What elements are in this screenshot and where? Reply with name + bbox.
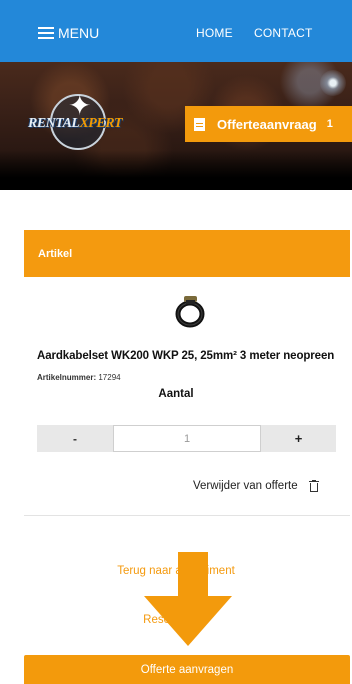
arrow-shaft [178, 552, 208, 596]
document-icon [194, 117, 205, 131]
menu-button[interactable]: MENU [38, 24, 99, 42]
trash-icon [308, 480, 319, 492]
quote-request-label: Offerteaanvraag [217, 116, 317, 132]
remove-from-quote-link[interactable]: Verwijder van offerte [193, 480, 319, 492]
sku-value: 17294 [98, 373, 121, 382]
quote-request-tab[interactable]: Offerteaanvraag 1 [185, 106, 352, 142]
product-name: Aardkabelset WK200 WKP 25, 25mm² 3 meter… [37, 350, 335, 362]
quantity-stepper: - + [37, 425, 336, 452]
quantity-label: Aantal [158, 388, 194, 400]
quantity-increase-button[interactable]: + [261, 425, 336, 452]
hamburger-icon [38, 27, 54, 39]
top-nav-bar: MENU HOME CONTACT [0, 0, 352, 62]
ground-cable-icon [175, 296, 205, 328]
sku-label: Artikelnummer: [37, 373, 97, 382]
brand-logo[interactable]: ✦ RENTALXPERT [28, 90, 123, 154]
product-sku: Artikelnummer: 17294 [37, 373, 121, 382]
hero-shadow [0, 150, 352, 190]
quantity-input[interactable] [113, 425, 261, 452]
article-panel-header: Artikel [24, 230, 350, 277]
divider [24, 515, 350, 516]
nav-link-contact[interactable]: CONTACT [254, 26, 313, 40]
logo-word-2: XPERT [79, 116, 123, 131]
down-arrow-icon [144, 552, 232, 652]
logo-wordmark: RENTALXPERT [28, 116, 123, 132]
nav-link-home[interactable]: HOME [196, 26, 233, 40]
arrow-head [144, 596, 232, 646]
remove-label: Verwijder van offerte [193, 480, 298, 492]
quantity-decrease-button[interactable]: - [37, 425, 113, 452]
logo-word-1: RENTAL [28, 116, 80, 131]
quote-count-badge: 1 [326, 118, 333, 130]
welding-spark [320, 70, 346, 96]
request-quote-button[interactable]: Offerte aanvragen [24, 655, 350, 684]
menu-label: MENU [58, 25, 100, 41]
